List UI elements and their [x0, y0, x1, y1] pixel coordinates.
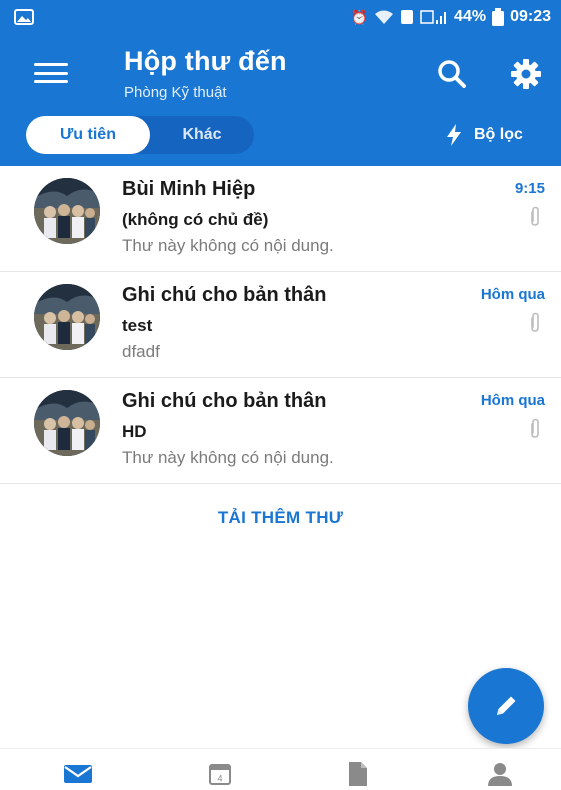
message-subject: (không có chủ đề) — [122, 210, 269, 229]
message-sender: Ghi chú cho bản thân — [122, 390, 327, 412]
status-bar: ⏰ 44% 09:23 — [0, 0, 561, 34]
message-list: Bùi Minh Hiệp (không có chủ đề) Thư này … — [0, 166, 561, 484]
nav-files[interactable] — [338, 761, 378, 787]
attachment-icon — [531, 312, 539, 332]
avatar — [34, 284, 100, 350]
nav-calendar[interactable]: 4 — [200, 761, 240, 787]
pencil-icon — [497, 696, 516, 715]
message-time: Hôm qua — [480, 392, 545, 409]
message-time: 9:15 — [514, 180, 545, 197]
message-preview: Thư này không có nội dung. — [122, 236, 334, 255]
message-sender: Bùi Minh Hiệp — [122, 178, 256, 200]
menu-button[interactable] — [34, 60, 68, 86]
inbox-tab-switch: Ưu tiên Khác — [26, 116, 254, 154]
wifi-icon — [375, 10, 394, 24]
app-header: Hộp thư đến Phòng Kỹ thuật Ưu tiên Khác … — [0, 34, 561, 166]
status-time: 09:23 — [510, 8, 551, 25]
menu-icon-bar — [34, 80, 68, 83]
person-icon — [488, 763, 512, 786]
avatar — [34, 390, 100, 456]
tab-focused[interactable]: Ưu tiên — [26, 116, 150, 154]
account-subtitle: Phòng Kỹ thuật — [124, 84, 227, 101]
message-row[interactable]: Bùi Minh Hiệp (không có chủ đề) Thư này … — [0, 166, 561, 272]
nav-contacts[interactable] — [480, 761, 520, 787]
lightning-icon — [447, 124, 461, 146]
battery-icon — [492, 8, 505, 26]
message-time: Hôm qua — [480, 286, 545, 303]
nav-mail[interactable] — [58, 761, 98, 787]
message-row[interactable]: Ghi chú cho bản thân HD Thư này không có… — [0, 378, 561, 484]
mail-icon — [64, 765, 92, 783]
message-subject: HD — [122, 422, 147, 441]
search-button[interactable] — [434, 56, 470, 92]
page-title: Hộp thư đến — [124, 46, 287, 76]
battery-percent: 44% — [454, 8, 487, 25]
message-preview: Thư này không có nội dung. — [122, 448, 334, 467]
attachment-icon — [531, 206, 539, 226]
load-more-button[interactable]: TẢI THÊM THƯ — [0, 508, 561, 528]
settings-button[interactable] — [508, 56, 544, 92]
filter-button[interactable]: Bộ lọc — [446, 120, 523, 150]
filter-label: Bộ lọc — [474, 126, 523, 143]
menu-icon-bar — [34, 71, 68, 75]
signal-icon — [420, 10, 447, 24]
avatar — [34, 178, 100, 244]
message-subject: test — [122, 316, 153, 335]
image-icon — [14, 9, 34, 25]
calendar-icon: 4 — [209, 764, 231, 785]
message-row[interactable]: Ghi chú cho bản thân test dfadf Hôm qua — [0, 272, 561, 378]
menu-icon — [34, 63, 68, 66]
tab-other[interactable]: Khác — [150, 116, 254, 154]
svg-text:4: 4 — [217, 774, 222, 784]
bottom-nav: 4 — [0, 748, 561, 790]
alarm-icon: ⏰ — [350, 8, 369, 25]
message-sender: Ghi chú cho bản thân — [122, 284, 327, 306]
message-preview: dfadf — [122, 342, 160, 361]
attachment-icon — [531, 418, 539, 438]
gear-icon — [511, 59, 541, 89]
document-icon — [349, 762, 367, 786]
sim-icon — [401, 10, 414, 24]
compose-button[interactable] — [468, 668, 544, 744]
search-icon — [438, 60, 466, 88]
